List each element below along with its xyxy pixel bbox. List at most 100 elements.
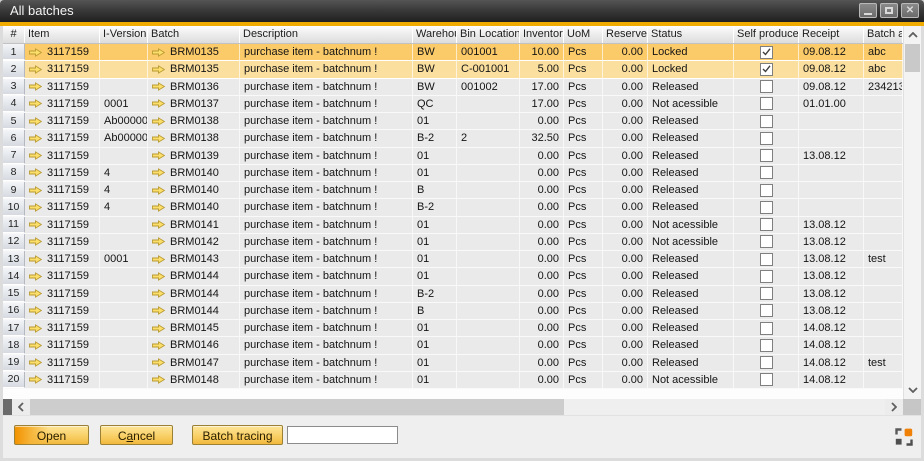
link-arrow-icon[interactable] <box>29 82 42 91</box>
cell-receipt[interactable]: 13.08.12 <box>799 234 864 250</box>
cell-attr[interactable] <box>864 320 903 336</box>
cell-n[interactable]: 15 <box>3 286 25 302</box>
cell-desc[interactable]: purchase item - batchnum ! <box>240 320 413 336</box>
column-header-receipt[interactable]: Receipt <box>799 26 864 43</box>
cell-res[interactable]: 0.00 <box>603 165 648 181</box>
cell-attr[interactable] <box>864 148 903 164</box>
link-arrow-icon[interactable] <box>152 272 165 281</box>
cell-receipt[interactable]: 13.08.12 <box>799 286 864 302</box>
checkbox-unchecked-icon[interactable] <box>760 373 773 386</box>
link-arrow-icon[interactable] <box>152 255 165 264</box>
scroll-down-button[interactable] <box>904 382 921 398</box>
cell-desc[interactable]: purchase item - batchnum ! <box>240 337 413 353</box>
cell-desc[interactable]: purchase item - batchnum ! <box>240 234 413 250</box>
link-arrow-icon[interactable] <box>29 134 42 143</box>
cell-iver[interactable]: Ab000000 <box>100 113 148 129</box>
cell-iver[interactable] <box>100 268 148 284</box>
cell-res[interactable]: 0.00 <box>603 217 648 233</box>
cell-iver[interactable]: 0001 <box>100 96 148 112</box>
cell-item[interactable]: 3117159 <box>25 44 100 60</box>
cell-res[interactable]: 0.00 <box>603 355 648 371</box>
cell-uom[interactable]: Pcs <box>564 96 603 112</box>
cell-wh[interactable]: 01 <box>413 165 457 181</box>
cell-attr[interactable] <box>864 113 903 129</box>
cell-n[interactable]: 20 <box>3 372 25 388</box>
column-header-bin[interactable]: Bin Location <box>457 26 520 43</box>
cell-uom[interactable]: Pcs <box>564 234 603 250</box>
column-header-batch[interactable]: Batch <box>148 26 240 43</box>
cell-self[interactable] <box>734 217 799 233</box>
link-arrow-icon[interactable] <box>152 168 165 177</box>
cell-bin[interactable]: 001001 <box>457 44 520 60</box>
cell-status[interactable]: Not acessible <box>648 96 734 112</box>
cell-res[interactable]: 0.00 <box>603 286 648 302</box>
cell-item[interactable]: 3117159 <box>25 199 100 215</box>
cell-status[interactable]: Released <box>648 165 734 181</box>
cell-wh[interactable]: 01 <box>413 217 457 233</box>
cell-desc[interactable]: purchase item - batchnum ! <box>240 268 413 284</box>
cell-receipt[interactable]: 09.08.12 <box>799 61 864 77</box>
link-arrow-icon[interactable] <box>152 358 165 367</box>
link-arrow-icon[interactable] <box>29 48 42 57</box>
checkbox-checked-icon[interactable] <box>760 63 773 76</box>
cell-status[interactable]: Released <box>648 337 734 353</box>
cell-res[interactable]: 0.00 <box>603 61 648 77</box>
cell-uom[interactable]: Pcs <box>564 79 603 95</box>
cell-uom[interactable]: Pcs <box>564 148 603 164</box>
cell-desc[interactable]: purchase item - batchnum ! <box>240 113 413 129</box>
horizontal-scrollbar[interactable] <box>3 399 921 415</box>
cell-receipt[interactable]: 14.08.12 <box>799 355 864 371</box>
cell-batch[interactable]: BRM0137 <box>148 96 240 112</box>
cell-batch[interactable]: BRM0135 <box>148 44 240 60</box>
table-row[interactable]: 23117159BRM0135purchase item - batchnum … <box>3 61 903 78</box>
cell-inv[interactable]: 10.00 <box>520 44 564 60</box>
link-arrow-icon[interactable] <box>29 358 42 367</box>
cell-bin[interactable] <box>457 165 520 181</box>
link-arrow-icon[interactable] <box>29 375 42 384</box>
cell-bin[interactable] <box>457 199 520 215</box>
cell-res[interactable]: 0.00 <box>603 268 648 284</box>
cell-receipt[interactable] <box>799 182 864 198</box>
cell-uom[interactable]: Pcs <box>564 268 603 284</box>
cell-attr[interactable]: test <box>864 355 903 371</box>
link-arrow-icon[interactable] <box>29 186 42 195</box>
cell-status[interactable]: Released <box>648 320 734 336</box>
cell-uom[interactable]: Pcs <box>564 165 603 181</box>
cell-item[interactable]: 3117159 <box>25 96 100 112</box>
cell-bin[interactable]: 2 <box>457 130 520 146</box>
cell-receipt[interactable]: 13.08.12 <box>799 251 864 267</box>
cell-receipt[interactable] <box>799 130 864 146</box>
cell-item[interactable]: 3117159 <box>25 79 100 95</box>
cell-n[interactable]: 9 <box>3 182 25 198</box>
cell-iver[interactable] <box>100 44 148 60</box>
cell-uom[interactable]: Pcs <box>564 130 603 146</box>
cell-n[interactable]: 14 <box>3 268 25 284</box>
cell-batch[interactable]: BRM0139 <box>148 148 240 164</box>
table-row[interactable]: 193117159BRM0147purchase item - batchnum… <box>3 355 903 372</box>
cell-n[interactable]: 2 <box>3 61 25 77</box>
cell-status[interactable]: Not acessible <box>648 234 734 250</box>
cell-n[interactable]: 8 <box>3 165 25 181</box>
column-header-uom[interactable]: UoM <box>564 26 603 43</box>
vertical-scrollbar-thumb[interactable] <box>905 44 920 72</box>
cell-self[interactable] <box>734 96 799 112</box>
cell-self[interactable] <box>734 303 799 319</box>
cell-receipt[interactable]: 14.08.12 <box>799 372 864 388</box>
cell-wh[interactable]: BW <box>413 61 457 77</box>
checkbox-unchecked-icon[interactable] <box>760 97 773 110</box>
link-arrow-icon[interactable] <box>152 203 165 212</box>
cell-iver[interactable]: 0001 <box>100 251 148 267</box>
cell-item[interactable]: 3117159 <box>25 130 100 146</box>
cell-item[interactable]: 3117159 <box>25 165 100 181</box>
cell-inv[interactable]: 0.00 <box>520 303 564 319</box>
cell-res[interactable]: 0.00 <box>603 148 648 164</box>
link-arrow-icon[interactable] <box>152 117 165 126</box>
table-row[interactable]: 73117159BRM0139purchase item - batchnum … <box>3 148 903 165</box>
cell-uom[interactable]: Pcs <box>564 251 603 267</box>
cell-desc[interactable]: purchase item - batchnum ! <box>240 286 413 302</box>
cell-desc[interactable]: purchase item - batchnum ! <box>240 355 413 371</box>
cell-n[interactable]: 11 <box>3 217 25 233</box>
column-header-n[interactable]: # <box>3 26 25 43</box>
cell-wh[interactable]: 01 <box>413 355 457 371</box>
cell-uom[interactable]: Pcs <box>564 113 603 129</box>
